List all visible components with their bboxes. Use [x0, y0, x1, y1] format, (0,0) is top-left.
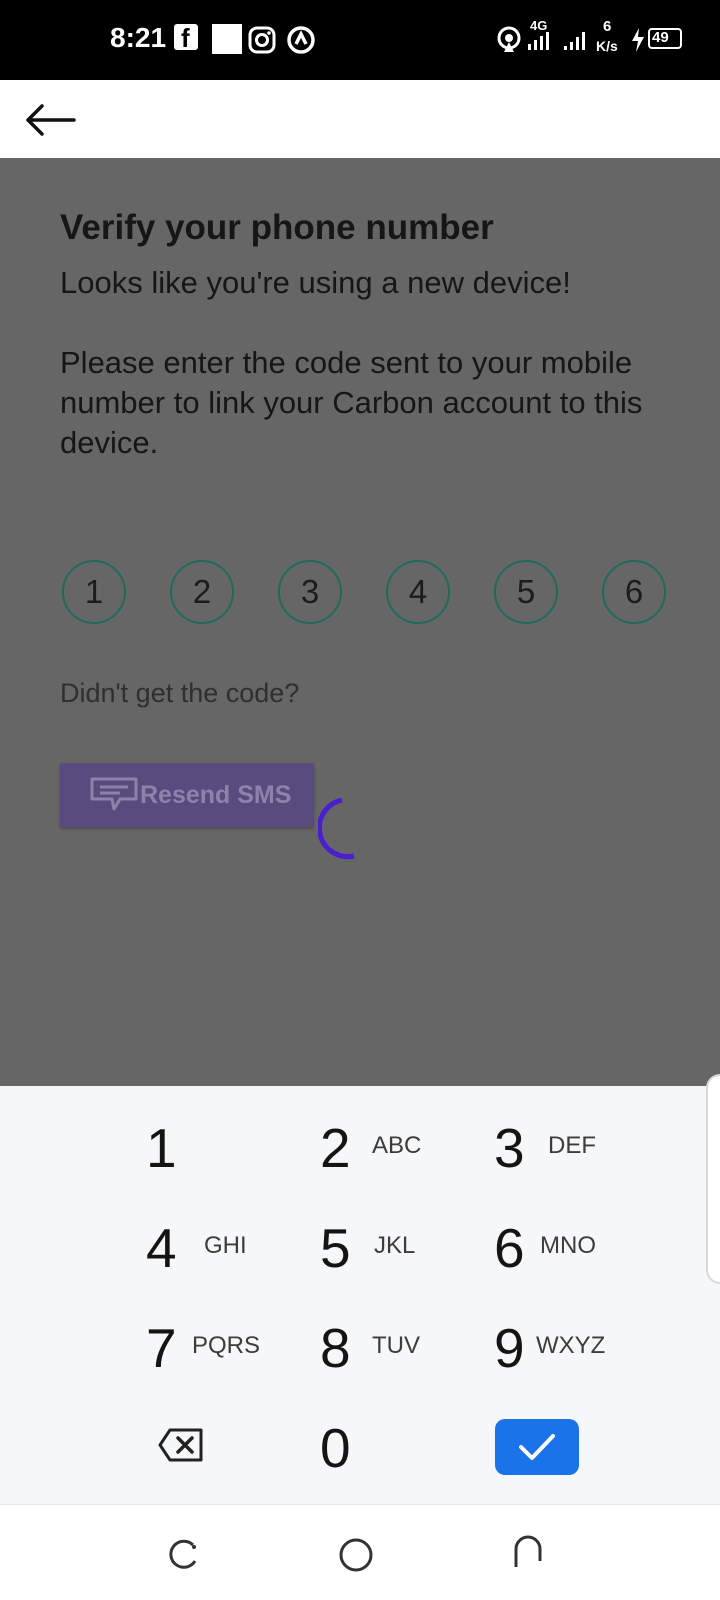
- key-0[interactable]: 0: [318, 1406, 458, 1486]
- didnt-get-code-text: Didn't get the code?: [60, 678, 300, 708]
- home-icon[interactable]: [336, 1535, 376, 1575]
- hotspot-icon: [497, 26, 521, 52]
- instructions-text: Please enter the code sent to your mobil…: [60, 345, 643, 460]
- battery-level: 49: [652, 29, 669, 46]
- page-title: Verify your phone number: [60, 208, 494, 247]
- key-digit: 4: [146, 1217, 177, 1279]
- key-2[interactable]: 2 ABC: [318, 1106, 458, 1186]
- key-digit: 5: [320, 1217, 351, 1279]
- key-9[interactable]: 9 WXYZ: [492, 1306, 632, 1386]
- at-sign-icon: [287, 26, 315, 54]
- facebook-icon: f: [174, 23, 198, 53]
- status-time: 8:21: [110, 22, 167, 53]
- subtitle: Looks like you're using a new device!: [60, 265, 571, 300]
- charging-icon: [632, 28, 644, 52]
- network-speed-value: 6: [603, 18, 612, 35]
- backspace-icon: [158, 1428, 203, 1462]
- network-speed-unit: K/s: [596, 38, 618, 54]
- checkmark-icon: [519, 1434, 555, 1460]
- code-digit-3[interactable]: 3: [278, 560, 342, 624]
- key-digit: 9: [494, 1317, 525, 1379]
- key-digit: 2: [320, 1117, 351, 1179]
- instagram-icon: [248, 26, 276, 54]
- resend-sms-label: Resend SMS: [140, 781, 292, 809]
- key-letters: ABC: [372, 1132, 422, 1159]
- signal-4g-icon: [528, 32, 549, 50]
- back-nav-icon[interactable]: [508, 1535, 548, 1575]
- code-digit-6[interactable]: 6: [602, 560, 666, 624]
- key-digit: 8: [320, 1317, 351, 1379]
- key-letters: WXYZ: [536, 1332, 606, 1359]
- key-3[interactable]: 3 DEF: [492, 1106, 632, 1186]
- key-5[interactable]: 5 JKL: [318, 1206, 458, 1286]
- battery-icon: 49: [648, 28, 682, 49]
- key-letters: MNO: [540, 1232, 596, 1259]
- confirm-button[interactable]: [495, 1419, 579, 1475]
- app-bar: [0, 80, 720, 158]
- code-digit-2[interactable]: 2: [170, 560, 234, 624]
- keypad-side-handle[interactable]: [706, 1074, 720, 1284]
- key-digit: 0: [320, 1417, 351, 1479]
- key-digit: 6: [494, 1217, 525, 1279]
- key-6[interactable]: 6 MNO: [492, 1206, 632, 1286]
- key-1[interactable]: 1: [140, 1106, 280, 1186]
- verify-screen: Verify your phone number Looks like you'…: [0, 158, 720, 1086]
- loading-spinner-icon: [318, 798, 355, 860]
- key-7[interactable]: 7 PQRS: [144, 1306, 284, 1386]
- network-type: 4G: [530, 18, 548, 33]
- key-letters: GHI: [204, 1232, 247, 1259]
- backspace-button[interactable]: [158, 1421, 206, 1469]
- recent-apps-icon[interactable]: [163, 1535, 203, 1575]
- key-letters: TUV: [372, 1332, 420, 1359]
- signal-icon: [564, 32, 585, 50]
- resend-sms-button[interactable]: Resend SMS: [60, 763, 314, 827]
- key-4[interactable]: 4 GHI: [144, 1206, 284, 1286]
- code-input-row: 1 2 3 4 5 6: [62, 560, 682, 626]
- system-nav-bar: [0, 1504, 720, 1600]
- numeric-keypad: 1 2 ABC 3 DEF 4 GHI 5 JKL 6 MNO 7 PQRS 8…: [0, 1074, 720, 1504]
- key-digit: 1: [146, 1117, 177, 1179]
- key-8[interactable]: 8 TUV: [318, 1306, 458, 1386]
- key-letters: JKL: [374, 1232, 416, 1259]
- message-icon: [90, 777, 138, 811]
- key-digit: 3: [494, 1117, 525, 1179]
- key-letters: DEF: [548, 1132, 596, 1159]
- back-button[interactable]: [22, 96, 78, 144]
- code-digit-4[interactable]: 4: [386, 560, 450, 624]
- arrow-left-icon: [26, 104, 76, 136]
- status-bar: 8:21 f 4G 6 K/s 49: [0, 0, 720, 80]
- code-digit-1[interactable]: 1: [62, 560, 126, 624]
- key-digit: 7: [146, 1317, 177, 1379]
- code-digit-5[interactable]: 5: [494, 560, 558, 624]
- key-letters: PQRS: [192, 1332, 261, 1359]
- notification-square-icon: [212, 24, 242, 54]
